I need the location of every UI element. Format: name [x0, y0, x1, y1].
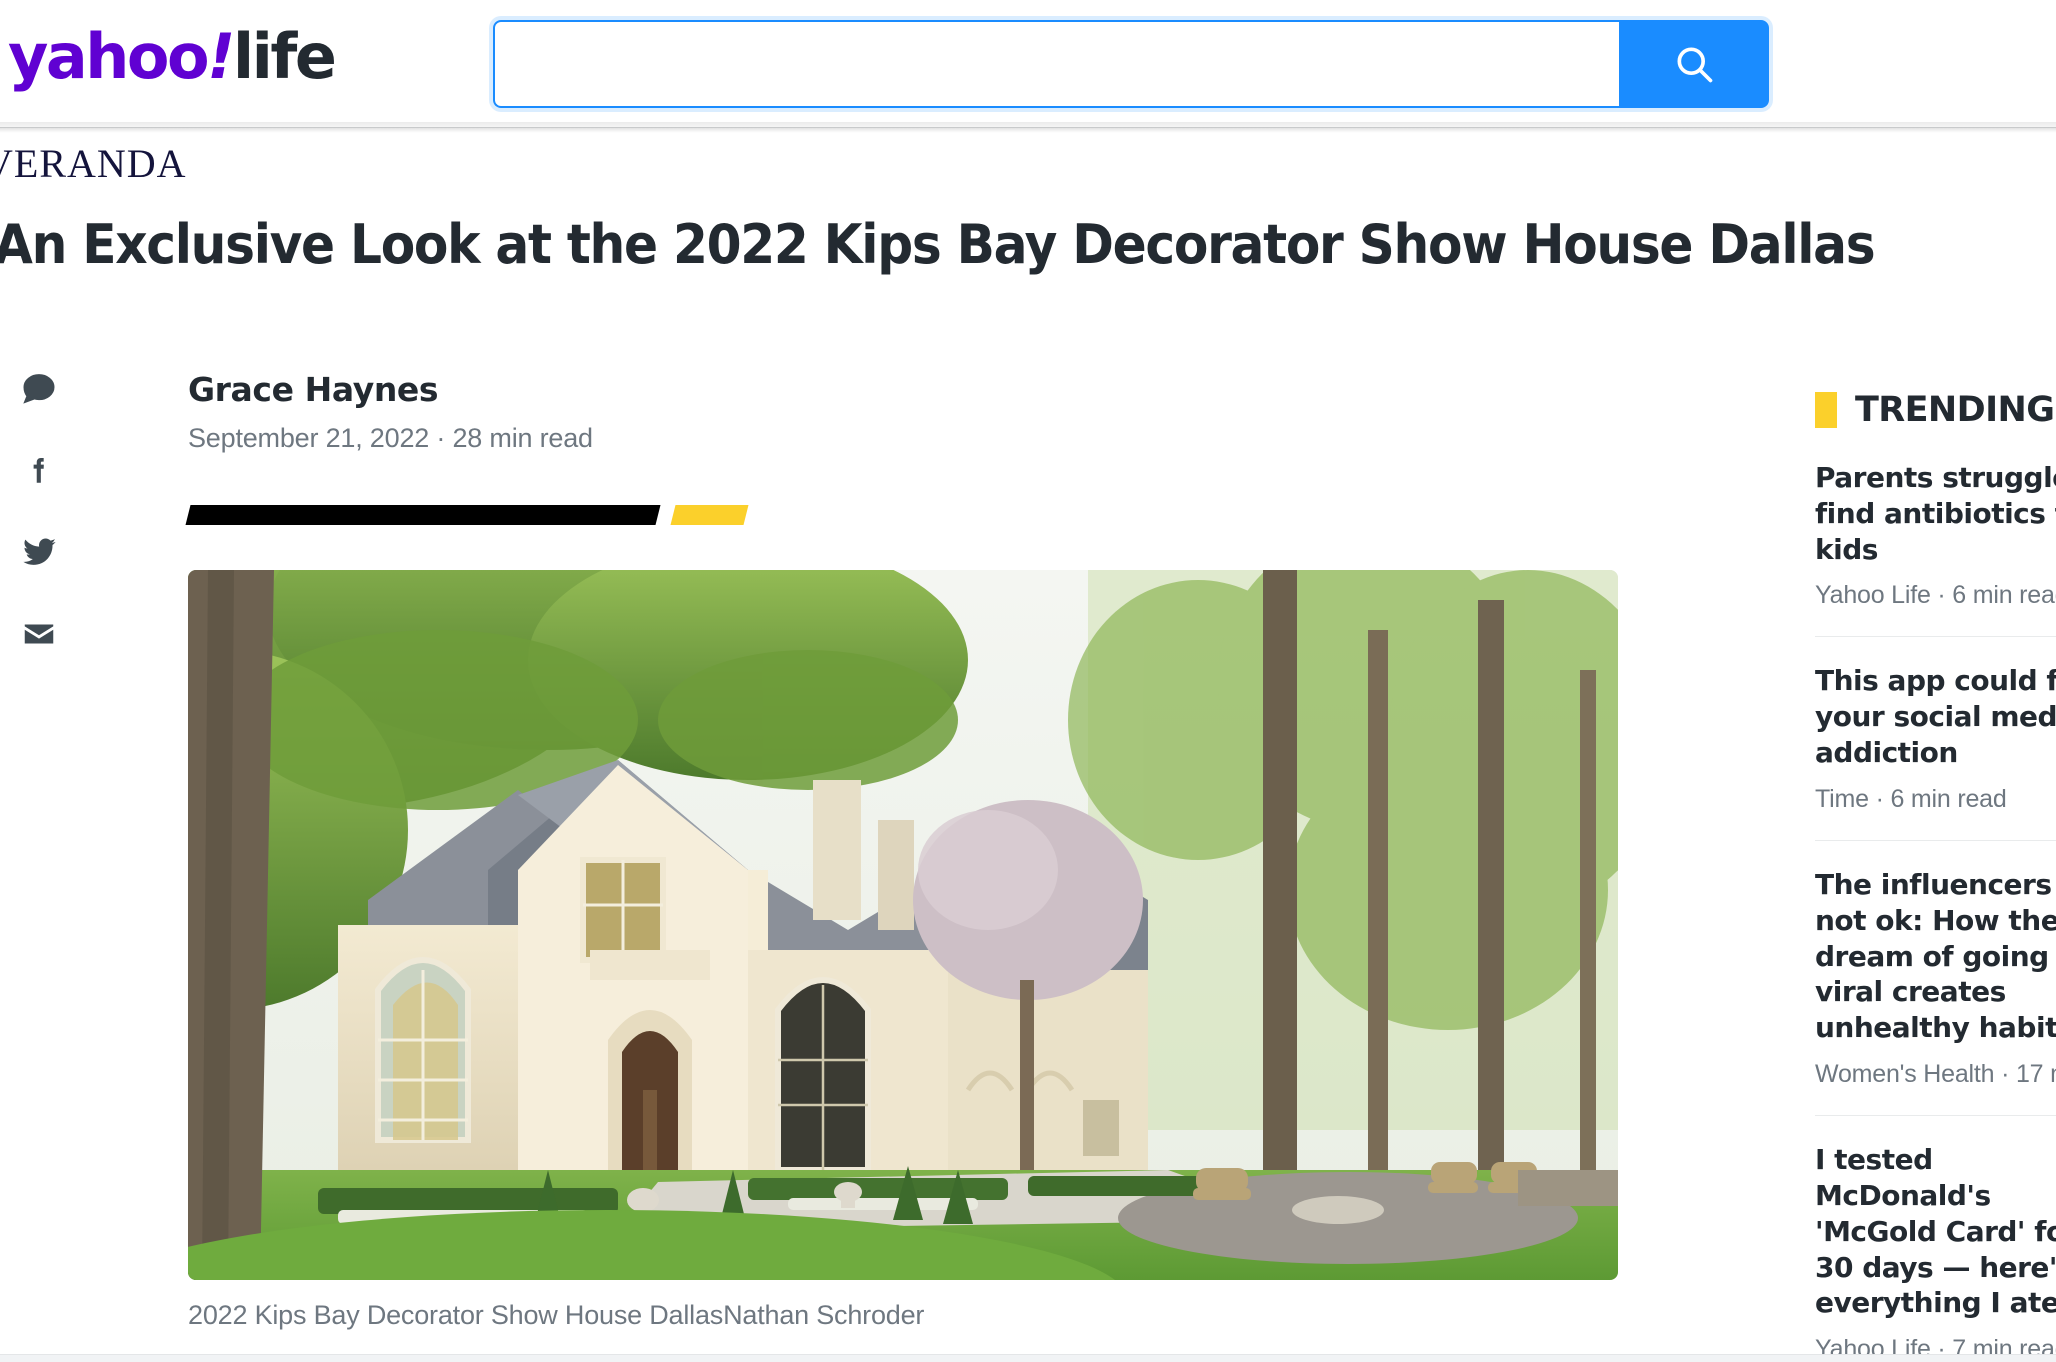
logo-life-text: life — [232, 20, 337, 93]
search-input[interactable] — [493, 20, 1619, 108]
list-item[interactable]: This app could fix your social media add… — [1815, 636, 2056, 813]
publication-logo[interactable]: VERANDA — [0, 140, 187, 187]
comment-icon[interactable] — [16, 365, 62, 411]
trending-title: TRENDING — [1855, 390, 2055, 430]
trending-item-title: This app could fix your social media add… — [1815, 664, 2056, 770]
trending-item-byline: Yahoo Life · 6 min read — [1815, 581, 2056, 610]
image-caption: 2022 Kips Bay Decorator Show House Dalla… — [188, 1300, 925, 1330]
page-title: An Exclusive Look at the 2022 Kips Bay D… — [0, 213, 1876, 276]
byline: Grace Haynes September 21, 2022 · 28 min… — [188, 370, 593, 454]
trending-marker-icon — [1815, 392, 1837, 428]
article-page: yahoo!life VERANDA An Exclusive Look at … — [0, 0, 2056, 1362]
trending-item-title: Parents struggle to find antibiotics for… — [1815, 461, 2056, 566]
email-icon[interactable] — [16, 611, 62, 657]
trending-item-title: The influencers are not ok: How the drea… — [1815, 867, 2056, 1045]
trending-sidebar: TRENDING Parents struggle to find antibi… — [1815, 390, 2056, 1362]
search-icon — [1672, 42, 1716, 86]
list-item[interactable]: The influencers are not ok: How the drea… — [1815, 839, 2056, 1089]
logo-yahoo-text: yahoo — [8, 20, 210, 93]
author-name[interactable]: Grace Haynes — [188, 370, 593, 409]
facebook-icon[interactable] — [16, 447, 62, 493]
share-rail — [16, 365, 76, 693]
rule-yellow-segment — [670, 505, 749, 525]
trending-item-byline: Time · 6 min read — [1815, 784, 2007, 813]
trending-item-byline: Women's Health · 17 min read — [1815, 1060, 2056, 1089]
search-bar — [493, 20, 1769, 108]
hero-illustration — [188, 570, 1618, 1280]
logo-bang-icon: ! — [207, 20, 235, 93]
search-button[interactable] — [1619, 20, 1769, 108]
trending-item-title: I tested McDonald's 'McGold Card' for 30… — [1815, 1143, 2056, 1320]
yahoo-life-logo[interactable]: yahoo!life — [8, 26, 337, 88]
rule-black-segment — [185, 505, 661, 525]
list-item[interactable]: Parents struggle to find antibiotics for… — [1815, 460, 2056, 610]
viewport-bottom-edge — [0, 1354, 2056, 1362]
article-meta: September 21, 2022 · 28 min read — [188, 423, 593, 453]
list-item[interactable]: I tested McDonald's 'McGold Card' for 30… — [1815, 1115, 2056, 1362]
hero-image — [188, 570, 1618, 1280]
twitter-icon[interactable] — [16, 529, 62, 575]
site-header: yahoo!life — [0, 0, 2056, 133]
trending-header: TRENDING — [1815, 390, 2056, 430]
